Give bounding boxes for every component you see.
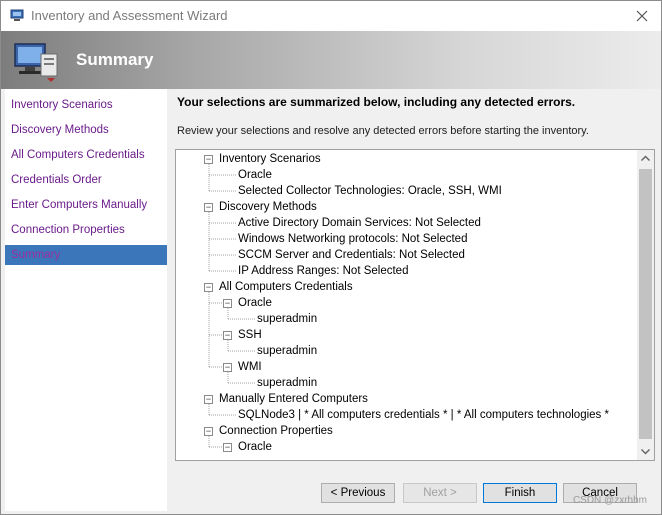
tree-collapse-toggle-icon[interactable]: − (223, 299, 232, 308)
sidebar-item-all-computers-credentials[interactable]: All Computers Credentials (5, 145, 167, 165)
sidebar-item-connection-properties[interactable]: Connection Properties (5, 220, 167, 240)
sidebar-item-credentials-order[interactable]: Credentials Order (5, 170, 167, 190)
tree-collapse-toggle-icon[interactable]: − (223, 363, 232, 372)
wizard-steps-sidebar: Inventory Scenarios Discovery Methods Al… (5, 89, 167, 511)
tree-node-section[interactable]: Inventory Scenarios (219, 151, 321, 167)
tree-node-item[interactable]: superadmin (257, 375, 317, 391)
previous-button[interactable]: < Previous (321, 483, 395, 503)
tree-node-item[interactable]: superadmin (257, 343, 317, 359)
tree-node-item[interactable]: Oracle (238, 295, 272, 311)
header-banner: Summary (1, 31, 661, 89)
vertical-scrollbar[interactable] (637, 150, 654, 460)
tree-node-section[interactable]: All Computers Credentials (219, 279, 353, 295)
tree-node-item[interactable]: superadmin (257, 311, 317, 327)
banner-title: Summary (76, 50, 154, 69)
tree-collapse-toggle-icon[interactable]: − (204, 427, 213, 436)
tree-node-item[interactable]: Oracle (238, 167, 272, 183)
tree-node-section[interactable]: Discovery Methods (219, 199, 317, 215)
wizard-window: Inventory and Assessment Wizard Summary … (0, 0, 662, 515)
scroll-down-icon[interactable] (637, 443, 654, 460)
tree-collapse-toggle-icon[interactable]: − (204, 395, 213, 404)
next-button[interactable]: Next > (403, 483, 477, 503)
tree-collapse-toggle-icon[interactable]: − (204, 155, 213, 164)
tree-node-section[interactable]: Connection Properties (219, 423, 333, 439)
tree-node-section[interactable]: Manually Entered Computers (219, 391, 368, 407)
tree-node-item[interactable]: SQLNode3 | * All computers credentials *… (238, 407, 609, 423)
tree-collapse-toggle-icon[interactable]: − (223, 331, 232, 340)
tree-collapse-toggle-icon[interactable]: − (204, 283, 213, 292)
tree-node-item[interactable]: Active Directory Domain Services: Not Se… (238, 215, 481, 231)
tree-collapse-toggle-icon[interactable]: − (223, 443, 232, 452)
scroll-up-icon[interactable] (637, 150, 654, 167)
tree-node-item[interactable]: Windows Networking protocols: Not Select… (238, 231, 467, 247)
page-instructions: Review your selections and resolve any d… (177, 125, 589, 137)
tree-node-item[interactable]: Selected Collector Technologies: Oracle,… (238, 183, 502, 199)
tree-node-item[interactable]: WMI (238, 359, 262, 375)
sidebar-item-enter-computers-manually[interactable]: Enter Computers Manually (5, 195, 167, 215)
scrollbar-thumb[interactable] (639, 169, 652, 439)
wizard-app-icon (10, 9, 24, 21)
watermark: CSDN @zxrhhm (572, 495, 647, 506)
window-title: Inventory and Assessment Wizard (31, 8, 228, 23)
computer-network-icon (14, 43, 58, 82)
sidebar-item-discovery-methods[interactable]: Discovery Methods (5, 120, 167, 140)
summary-panel: Your selections are summarized below, in… (167, 89, 661, 514)
tree-collapse-toggle-icon[interactable]: − (204, 203, 213, 212)
summary-tree[interactable]: − Inventory Scenarios Oracle Selected Colle… (175, 149, 655, 461)
title-bar: Inventory and Assessment Wizard (1, 1, 661, 31)
close-icon[interactable] (631, 6, 653, 26)
tree-node-item[interactable]: SCCM Server and Credentials: Not Selecte… (238, 247, 465, 263)
sidebar-item-inventory-scenarios[interactable]: Inventory Scenarios (5, 95, 167, 115)
sidebar-item-summary[interactable]: Summary (5, 245, 167, 265)
tree-node-item[interactable]: SSH (238, 327, 262, 343)
finish-button[interactable]: Finish (483, 483, 557, 503)
page-heading: Your selections are summarized below, in… (177, 95, 576, 109)
tree-node-item[interactable]: IP Address Ranges: Not Selected (238, 263, 408, 279)
tree-node-item[interactable]: Oracle (238, 439, 272, 455)
